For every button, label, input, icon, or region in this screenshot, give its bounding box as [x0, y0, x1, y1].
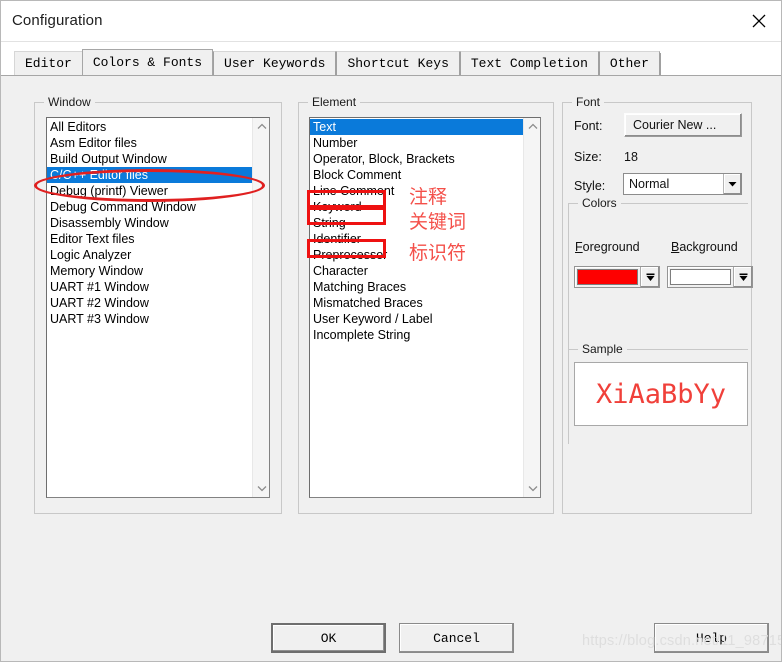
font-group: Font Font: Courier New ... Size: 18 Styl… [562, 95, 753, 514]
window-list-item[interactable]: Editor Text files [47, 231, 252, 247]
element-list-item[interactable]: Number [310, 135, 523, 151]
window-list-item[interactable]: Debug (printf) Viewer [47, 183, 252, 199]
element-list-item[interactable]: Operator, Block, Brackets [310, 151, 523, 167]
title-bar: Configuration [1, 1, 781, 42]
window-list-item[interactable]: Logic Analyzer [47, 247, 252, 263]
style-select[interactable]: Normal [623, 173, 742, 195]
font-group-label: Font [572, 95, 605, 109]
chevron-down-icon[interactable] [253, 480, 269, 497]
tab-panel-colors-and-fonts: Window All Editors Asm Editor files Build … [1, 75, 781, 609]
page-title: Configuration [12, 12, 103, 29]
element-list-item[interactable]: Text [310, 119, 523, 135]
window-list-item[interactable]: Asm Editor files [47, 135, 252, 151]
foreground-color-swatch[interactable] [577, 269, 638, 285]
chevron-down-icon[interactable] [640, 267, 659, 287]
window-list-item[interactable]: UART #1 Window [47, 279, 252, 295]
foreground-label-rest: oreground [582, 240, 640, 254]
background-color-picker[interactable] [667, 266, 753, 288]
ok-button[interactable]: OK [271, 623, 386, 653]
dialog-footer: OK Cancel Help [1, 609, 781, 661]
tab-text-completion[interactable]: Text Completion [459, 51, 599, 75]
chevron-up-icon[interactable] [524, 118, 540, 135]
font-field-label: Font: [574, 119, 603, 133]
element-list-item[interactable]: User Keyword / Label [310, 311, 523, 327]
size-field-label: Size: [574, 150, 602, 164]
size-value: 18 [624, 150, 638, 164]
tab-list: Editor Colors & Fonts User Keywords Shor… [14, 49, 661, 75]
tab-strip: Editor Colors & Fonts User Keywords Shor… [1, 42, 781, 75]
tab-user-keywords[interactable]: User Keywords [213, 51, 337, 75]
element-group-label: Element [308, 95, 361, 109]
tab-colors-and-fonts[interactable]: Colors & Fonts [81, 49, 214, 75]
element-list-items[interactable]: Text Number Operator, Block, Brackets Block… [310, 118, 523, 497]
element-list-item[interactable]: Block Comment [310, 167, 523, 183]
element-list-item[interactable]: Identifier [310, 231, 523, 247]
tab-shortcut-keys[interactable]: Shortcut Keys [336, 51, 460, 75]
window-list-items[interactable]: All Editors Asm Editor files Build Output … [47, 118, 252, 497]
sample-group-label: Sample [578, 342, 627, 356]
tab-other[interactable]: Other [598, 51, 660, 75]
window-list-item[interactable]: All Editors [47, 119, 252, 135]
tab-strip-endcap [659, 53, 661, 75]
cancel-button[interactable]: Cancel [399, 623, 514, 653]
window-list-item[interactable]: Debug Command Window [47, 199, 252, 215]
style-select-value: Normal [629, 177, 670, 191]
element-listbox[interactable]: Text Number Operator, Block, Brackets Block… [309, 117, 541, 498]
element-list-scrollbar[interactable] [523, 118, 540, 497]
window-listbox[interactable]: All Editors Asm Editor files Build Output … [46, 117, 270, 498]
chevron-up-icon[interactable] [253, 118, 269, 135]
element-list-item[interactable]: Keyword [310, 199, 523, 215]
window-group: Window All Editors Asm Editor files Build … [34, 95, 282, 514]
close-icon[interactable] [735, 1, 781, 41]
style-field-label: Style: [574, 179, 606, 193]
help-button[interactable]: Help [654, 623, 769, 653]
window-list-item[interactable]: C/C++ Editor files [47, 167, 252, 183]
background-label: Background [671, 240, 738, 254]
element-list-item[interactable]: Mismatched Braces [310, 295, 523, 311]
element-list-item[interactable]: Incomplete String [310, 327, 523, 343]
window-list-item[interactable]: Disassembly Window [47, 215, 252, 231]
element-list-item[interactable]: String [310, 215, 523, 231]
window-list-item[interactable]: Build Output Window [47, 151, 252, 167]
tab-editor[interactable]: Editor [14, 51, 83, 75]
background-label-rest: ackground [679, 240, 738, 254]
window-list-scrollbar[interactable] [252, 118, 269, 497]
window-list-item[interactable]: Memory Window [47, 263, 252, 279]
sample-preview: XiAaBbYy [574, 362, 748, 426]
element-list-item[interactable]: Matching Braces [310, 279, 523, 295]
sample-preview-text: XiAaBbYy [595, 378, 727, 410]
chevron-down-icon[interactable] [723, 174, 741, 194]
foreground-label-accel: F [575, 240, 583, 254]
window-list-item[interactable]: UART #3 Window [47, 311, 252, 327]
configuration-dialog: Configuration Editor Colors & Fonts User… [0, 0, 782, 662]
background-color-swatch[interactable] [670, 269, 731, 285]
element-list-item[interactable]: Preprocessor [310, 247, 523, 263]
chevron-down-icon[interactable] [733, 267, 752, 287]
window-list-item[interactable]: UART #2 Window [47, 295, 252, 311]
font-picker-button[interactable]: Courier New ... [624, 113, 742, 137]
chevron-down-icon[interactable] [524, 480, 540, 497]
window-group-label: Window [44, 95, 95, 109]
element-list-item[interactable]: Character [310, 263, 523, 279]
element-group: Element Text Number Operator, Block, Brack… [298, 95, 554, 514]
foreground-color-picker[interactable] [574, 266, 660, 288]
element-list-item[interactable]: Line Comment [310, 183, 523, 199]
colors-group-label: Colors [578, 196, 621, 210]
foreground-label: Foreground [575, 240, 640, 254]
